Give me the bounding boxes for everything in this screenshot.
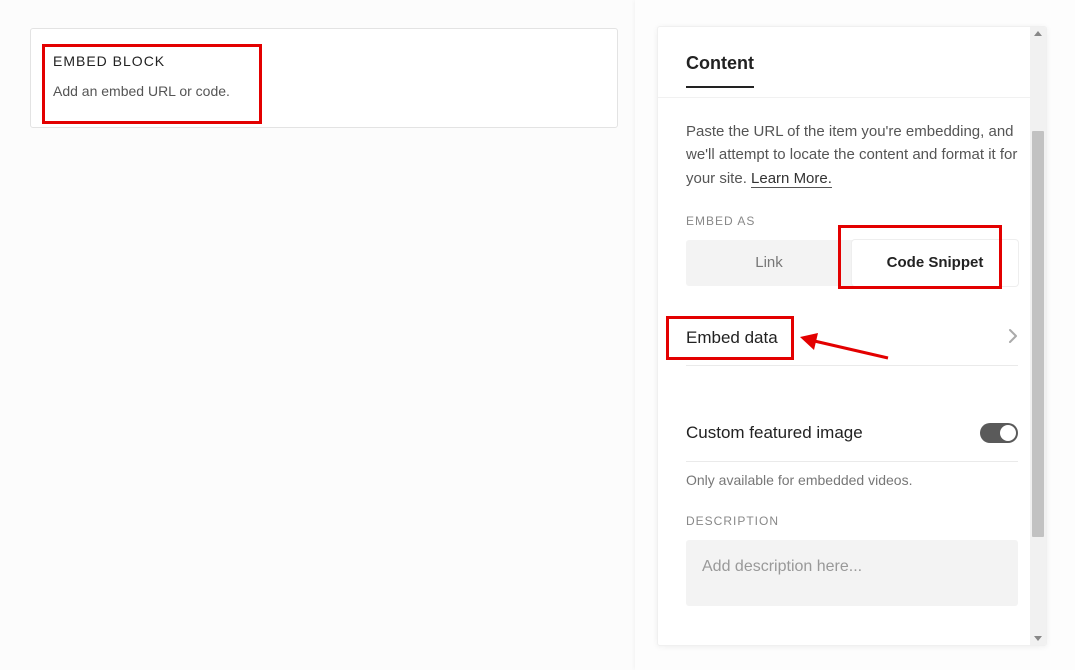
embed-data-label: Embed data: [686, 328, 778, 348]
featured-image-helper: Only available for embedded videos.: [686, 472, 1018, 488]
description-label: DESCRIPTION: [686, 514, 1018, 528]
embed-info-text-body: Paste the URL of the item you're embeddi…: [686, 123, 1017, 187]
learn-more-link[interactable]: Learn More.: [751, 170, 832, 188]
chevron-right-icon: [1008, 328, 1018, 349]
embed-as-link-button[interactable]: Link: [686, 240, 852, 286]
toggle-knob: [1000, 425, 1016, 441]
scroll-up-icon[interactable]: [1034, 31, 1042, 36]
description-input[interactable]: [686, 540, 1018, 606]
tab-content[interactable]: Content: [686, 53, 754, 88]
embed-data-row[interactable]: Embed data: [686, 312, 1018, 366]
featured-image-row: Custom featured image: [686, 406, 1018, 462]
embed-as-code-button[interactable]: Code Snippet: [852, 240, 1018, 286]
content-panel: Content Paste the URL of the item you're…: [657, 26, 1047, 646]
scroll-thumb[interactable]: [1032, 131, 1044, 537]
embed-info-text: Paste the URL of the item you're embeddi…: [686, 120, 1018, 190]
embed-block-card: EMBED BLOCK Add an embed URL or code.: [30, 28, 618, 128]
featured-image-toggle[interactable]: [980, 423, 1018, 443]
featured-image-label: Custom featured image: [686, 423, 863, 443]
embed-block-subtitle: Add an embed URL or code.: [53, 83, 595, 99]
panel-scrollbar[interactable]: [1030, 27, 1046, 645]
embed-as-label: EMBED AS: [686, 214, 1018, 228]
embed-as-segmented: Link Code Snippet: [686, 240, 1018, 286]
embed-block-title: EMBED BLOCK: [53, 53, 595, 69]
scroll-down-icon[interactable]: [1034, 636, 1042, 641]
